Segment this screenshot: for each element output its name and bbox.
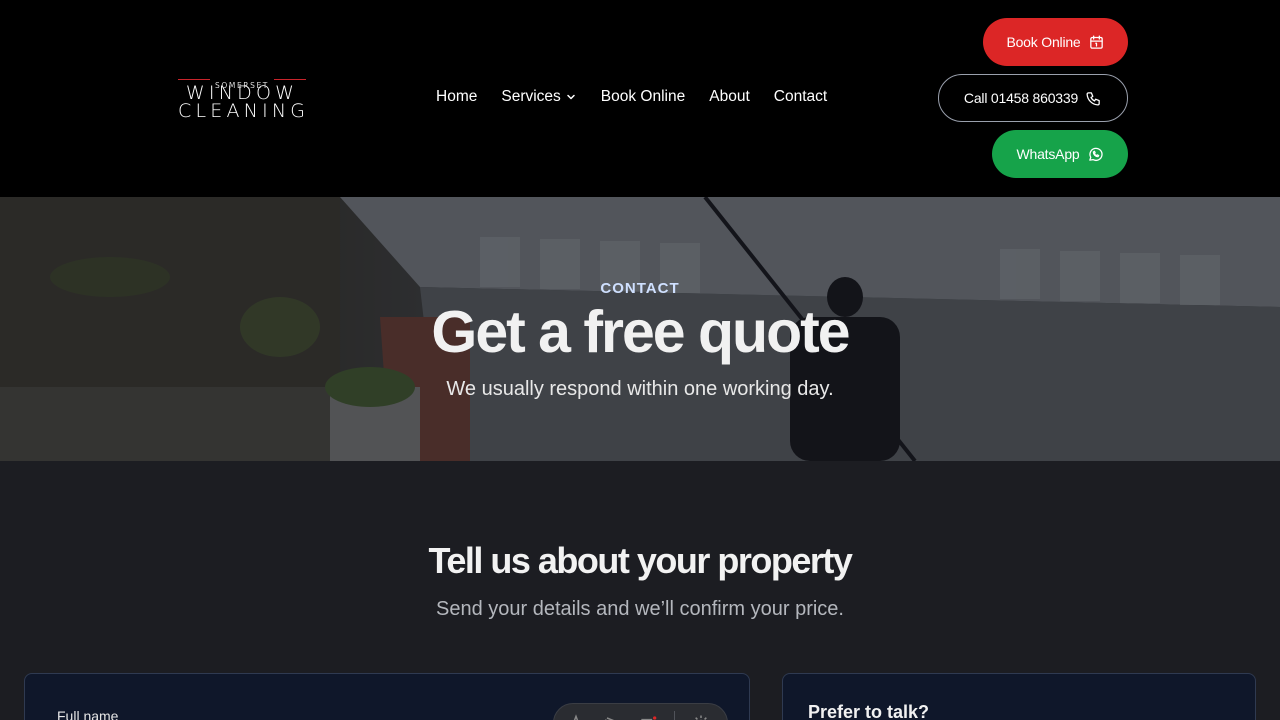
- brand-logo[interactable]: SOMERSET WINDOW CLEANING: [178, 75, 306, 121]
- password-manager-icon[interactable]: [566, 713, 586, 720]
- whatsapp-button-label: WhatsApp: [1016, 146, 1080, 162]
- hero-kicker: CONTACT: [600, 280, 680, 297]
- hero-title: Get a free quote: [431, 299, 850, 365]
- browser-extension-toolbar: [553, 703, 728, 720]
- nav-about-label: About: [709, 88, 750, 105]
- book-online-button-label: Book Online: [1006, 34, 1081, 50]
- nav-contact[interactable]: Contact: [774, 88, 827, 106]
- nav-home[interactable]: Home: [436, 88, 477, 106]
- nav-home-label: Home: [436, 88, 478, 105]
- nav-contact-label: Contact: [773, 88, 828, 105]
- whatsapp-icon: [1088, 147, 1103, 161]
- highlighter-icon[interactable]: [602, 713, 622, 720]
- logo-top-row: SOMERSET: [178, 75, 306, 90]
- full-name-label: Full name: [57, 708, 119, 720]
- list-icon[interactable]: [638, 713, 658, 720]
- phone-icon: [1086, 91, 1100, 106]
- book-online-button[interactable]: Book Online: [983, 18, 1128, 66]
- nav-services[interactable]: Services: [501, 88, 576, 106]
- nav-services-label: Services: [501, 88, 561, 105]
- calendar-icon: [1089, 34, 1103, 49]
- nav-about[interactable]: About: [709, 88, 750, 106]
- site-header: SOMERSET WINDOW CLEANING Home Services B…: [0, 0, 1280, 197]
- whatsapp-button[interactable]: WhatsApp: [992, 130, 1128, 178]
- logo-line-2: CLEANING: [178, 100, 310, 122]
- section-title: Tell us about your property: [428, 540, 853, 581]
- call-button[interactable]: Call 01458 860339: [938, 74, 1128, 122]
- call-button-label: Call 01458 860339: [963, 90, 1079, 106]
- toolbar-divider: [674, 711, 675, 720]
- main-nav: Home Services Book Online About Contact: [436, 86, 827, 108]
- contact-card-title: Prefer to talk?: [808, 702, 930, 720]
- logo-top-text: SOMERSET: [215, 81, 269, 90]
- nav-book-online[interactable]: Book Online: [601, 88, 685, 106]
- gear-icon[interactable]: [691, 713, 711, 720]
- contact-card: Prefer to talk?: [782, 673, 1256, 720]
- chevron-down-icon: [567, 94, 575, 100]
- nav-book-online-label: Book Online: [600, 88, 686, 105]
- logo-rule-left: [178, 79, 210, 80]
- section-subtitle: Send your details and we’ll confirm your…: [436, 598, 844, 620]
- logo-rule-right: [274, 79, 306, 80]
- quote-form-card: Full name: [24, 673, 750, 720]
- hero-banner: CONTACT Get a free quote We usually resp…: [0, 197, 1280, 461]
- hero-subtitle: We usually respond within one working da…: [446, 378, 834, 400]
